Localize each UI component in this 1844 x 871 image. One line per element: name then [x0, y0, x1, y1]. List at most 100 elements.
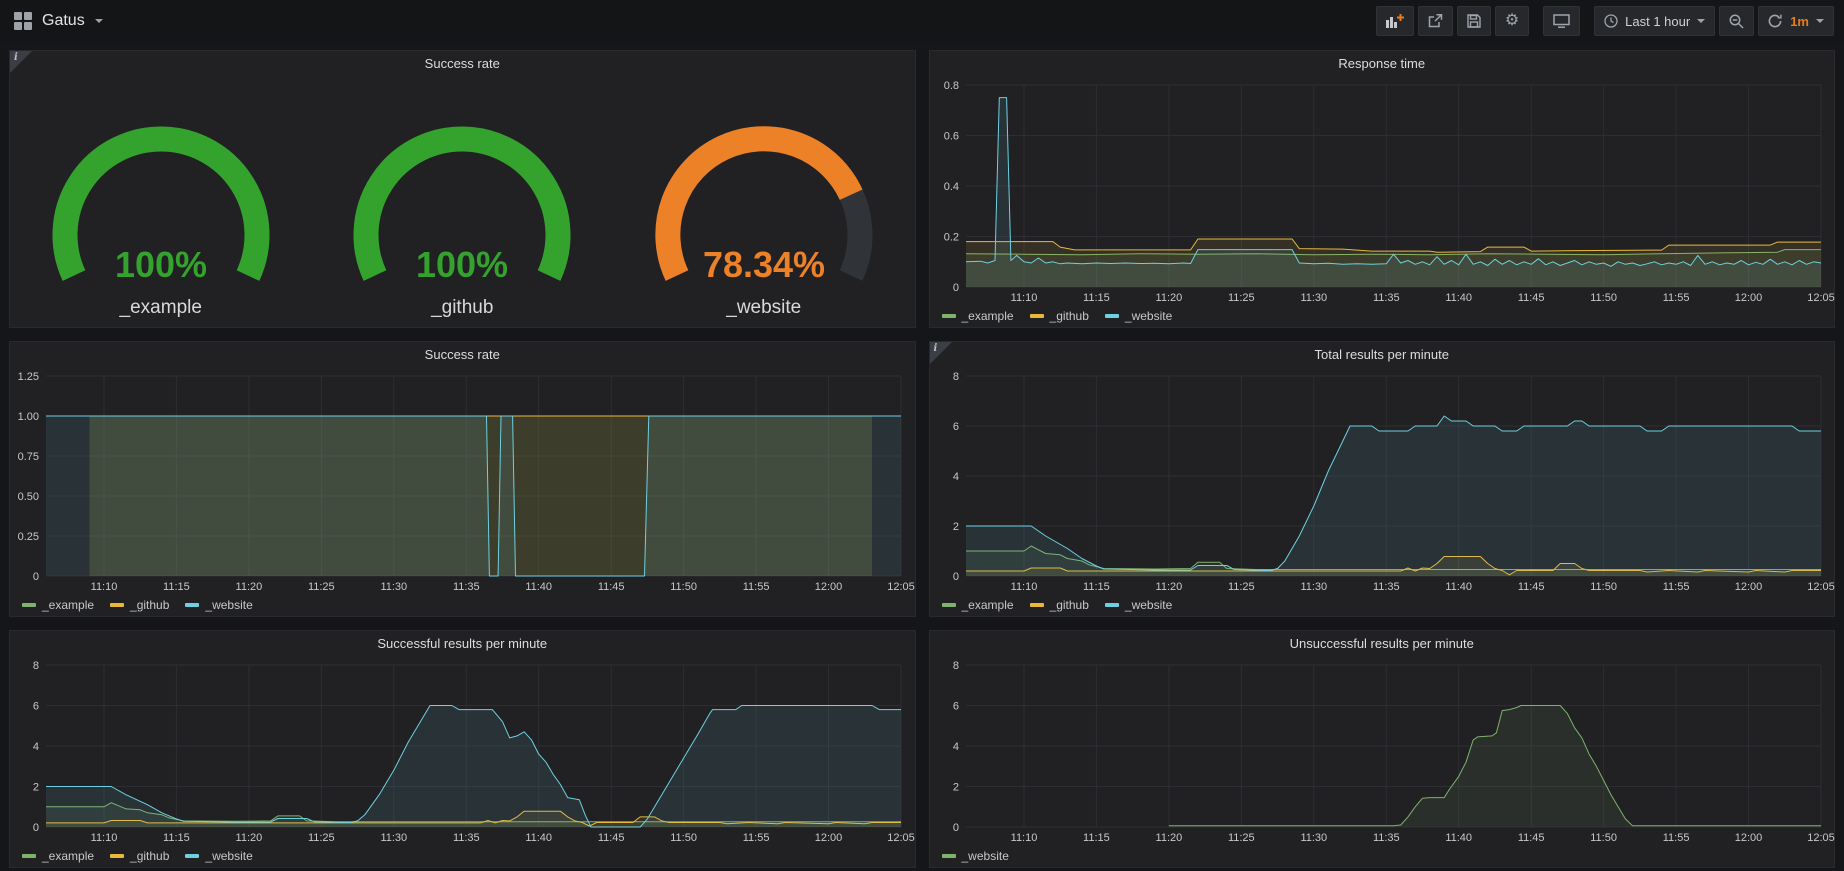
svg-text:12:05: 12:05	[887, 832, 915, 844]
svg-text:11:45: 11:45	[1517, 581, 1544, 593]
svg-text:0.75: 0.75	[18, 451, 39, 463]
panel-title[interactable]: Unsuccessful results per minute	[930, 631, 1835, 657]
svg-text:8: 8	[952, 660, 958, 672]
panel-successful-results: Successful results per minute 0246811:10…	[9, 630, 916, 868]
gauge-label: _github	[431, 297, 493, 319]
legend-label: _example	[42, 598, 94, 612]
svg-text:12:05: 12:05	[887, 581, 915, 593]
svg-text:6: 6	[952, 701, 958, 713]
svg-text:6: 6	[33, 701, 39, 713]
svg-text:1.25: 1.25	[18, 371, 39, 383]
zoom-out-button[interactable]	[1719, 6, 1754, 36]
chevron-down-icon[interactable]	[95, 19, 103, 23]
tv-mode-button[interactable]	[1543, 6, 1580, 36]
apps-grid-icon[interactable]	[14, 12, 32, 30]
gauge-arc: 100%	[317, 123, 607, 295]
svg-text:11:30: 11:30	[380, 832, 407, 844]
time-range-button[interactable]: Last 1 hour	[1594, 6, 1715, 36]
legend-swatch	[942, 854, 956, 858]
add-panel-button[interactable]	[1376, 6, 1414, 36]
legend-item-_website[interactable]: _website	[185, 598, 252, 612]
chart-svg: 00.20.40.60.811:1011:1511:2011:2511:3011…	[930, 77, 1835, 305]
legend-item-_website[interactable]: _website	[1105, 598, 1172, 612]
success-rate-chart[interactable]: 00.250.500.751.001.2511:1011:1511:2011:2…	[10, 368, 915, 594]
settings-button[interactable]: ⚙	[1495, 6, 1529, 36]
panel-title[interactable]: Successful results per minute	[10, 631, 915, 657]
gauge-label: _website	[726, 297, 801, 319]
legend-swatch	[110, 854, 124, 858]
legend-swatch	[185, 603, 199, 607]
gauge-_example: 100%_example	[10, 123, 312, 327]
legend-swatch	[185, 854, 199, 858]
chart-legend: _example _github _website	[930, 305, 1835, 327]
svg-text:11:25: 11:25	[1227, 832, 1254, 844]
unsuccessful-results-chart[interactable]: 0246811:1011:1511:2011:2511:3011:3511:40…	[930, 657, 1835, 845]
save-button[interactable]	[1457, 6, 1491, 36]
legend-label: _example	[42, 849, 94, 863]
chevron-down-icon	[1697, 19, 1705, 23]
legend-item-_github[interactable]: _github	[1030, 309, 1089, 323]
svg-text:12:05: 12:05	[1807, 832, 1835, 844]
magnifier-minus-icon	[1729, 14, 1744, 29]
svg-text:11:40: 11:40	[525, 832, 552, 844]
panel-total-results: i Total results per minute 0246811:1011:…	[929, 341, 1836, 617]
svg-text:0.50: 0.50	[18, 491, 39, 503]
legend-swatch	[1105, 603, 1119, 607]
svg-text:11:10: 11:10	[1010, 581, 1037, 593]
svg-text:11:25: 11:25	[1227, 292, 1254, 304]
svg-text:11:10: 11:10	[91, 832, 118, 844]
share-button[interactable]	[1418, 6, 1453, 36]
svg-text:11:15: 11:15	[1083, 832, 1110, 844]
legend-item-_github[interactable]: _github	[110, 598, 169, 612]
legend-label: _github	[1050, 598, 1089, 612]
legend-swatch	[22, 854, 36, 858]
gauge-arc: 100%	[16, 123, 306, 295]
info-icon[interactable]: i	[10, 51, 32, 73]
legend-item-_website[interactable]: _website	[185, 849, 252, 863]
svg-text:11:50: 11:50	[670, 581, 697, 593]
legend-swatch	[110, 603, 124, 607]
successful-results-chart[interactable]: 0246811:1011:1511:2011:2511:3011:3511:40…	[10, 657, 915, 845]
panel-title[interactable]: Total results per minute	[930, 342, 1835, 368]
legend-item-_github[interactable]: _github	[110, 849, 169, 863]
legend-swatch	[942, 603, 956, 607]
svg-text:11:45: 11:45	[598, 581, 625, 593]
panel-success-rate-gauges: i Success rate 100%_example100%_github78…	[9, 50, 916, 328]
legend-item-_example[interactable]: _example	[942, 598, 1014, 612]
legend-item-_example[interactable]: _example	[22, 598, 94, 612]
legend-item-_example[interactable]: _example	[22, 849, 94, 863]
response-time-chart[interactable]: 00.20.40.60.811:1011:1511:2011:2511:3011…	[930, 77, 1835, 305]
svg-text:0: 0	[33, 822, 39, 834]
legend-swatch	[1030, 314, 1044, 318]
svg-text:11:45: 11:45	[598, 832, 625, 844]
panel-title[interactable]: Success rate	[10, 342, 915, 368]
svg-text:11:15: 11:15	[163, 581, 190, 593]
panel-title[interactable]: Success rate	[10, 51, 915, 77]
chevron-down-icon	[1816, 19, 1824, 23]
dashboard-title[interactable]: Gatus	[42, 12, 85, 30]
svg-text:11:30: 11:30	[1300, 581, 1327, 593]
svg-text:11:30: 11:30	[1300, 292, 1327, 304]
refresh-button[interactable]: 1m	[1758, 6, 1834, 36]
svg-text:0: 0	[33, 571, 39, 583]
legend-item-_website[interactable]: _website	[942, 849, 1009, 863]
legend-label: _example	[962, 309, 1014, 323]
chart-legend: _example _github _website	[10, 594, 915, 616]
chart-svg: 0246811:1011:1511:2011:2511:3011:3511:40…	[930, 657, 1835, 845]
svg-text:2: 2	[33, 782, 39, 794]
svg-text:11:25: 11:25	[1227, 581, 1254, 593]
legend-label: _github	[1050, 309, 1089, 323]
gauge-value: 78.34%	[703, 244, 825, 285]
legend-item-_github[interactable]: _github	[1030, 598, 1089, 612]
svg-text:11:55: 11:55	[743, 832, 770, 844]
panel-title[interactable]: Response time	[930, 51, 1835, 77]
svg-text:0.6: 0.6	[943, 131, 958, 143]
svg-text:12:00: 12:00	[1734, 292, 1762, 304]
svg-text:11:50: 11:50	[670, 832, 697, 844]
legend-item-_example[interactable]: _example	[942, 309, 1014, 323]
legend-item-_website[interactable]: _website	[1105, 309, 1172, 323]
total-results-chart[interactable]: 0246811:1011:1511:2011:2511:3011:3511:40…	[930, 368, 1835, 594]
svg-text:11:30: 11:30	[1300, 832, 1327, 844]
svg-text:0.8: 0.8	[943, 80, 958, 92]
info-icon[interactable]: i	[930, 342, 952, 364]
